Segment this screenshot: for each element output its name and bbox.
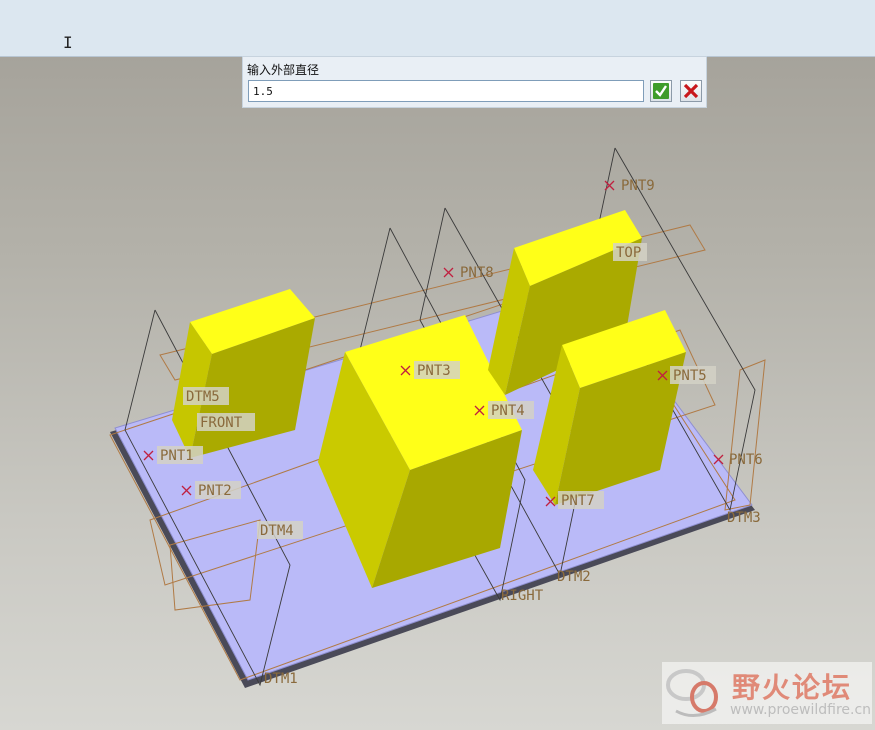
label-dtm4: DTM4 [260, 523, 294, 539]
label-pnt3: PNT3 [417, 363, 451, 379]
butterfly-logo-icon [666, 669, 718, 717]
label-pnt4: PNT4 [491, 403, 525, 419]
label-dtm5: DTM5 [186, 389, 220, 405]
label-right: RIGHT [501, 588, 544, 604]
label-dtm3: DTM3 [727, 510, 761, 526]
label-pnt5: PNT5 [673, 368, 707, 384]
watermark: 野火论坛 www.proewildfire.cn [662, 662, 872, 724]
label-pnt1: PNT1 [160, 448, 194, 464]
label-pnt9: PNT9 [621, 178, 655, 194]
label-top: TOP [616, 245, 641, 261]
label-dtm2: DTM2 [557, 569, 591, 585]
model-viewport[interactable]: DTM5 FRONT PNT1 PNT2 DTM4 DTM1 PNT3 PNT4… [0, 0, 875, 730]
label-pnt7: PNT7 [561, 493, 595, 509]
label-front: FRONT [200, 415, 243, 431]
watermark-title: 野火论坛 [732, 671, 853, 704]
label-dtm1: DTM1 [264, 671, 298, 687]
watermark-url: www.proewildfire.cn [730, 702, 872, 718]
label-pnt8: PNT8 [460, 265, 494, 281]
label-pnt6: PNT6 [729, 452, 763, 468]
label-pnt2: PNT2 [198, 483, 232, 499]
